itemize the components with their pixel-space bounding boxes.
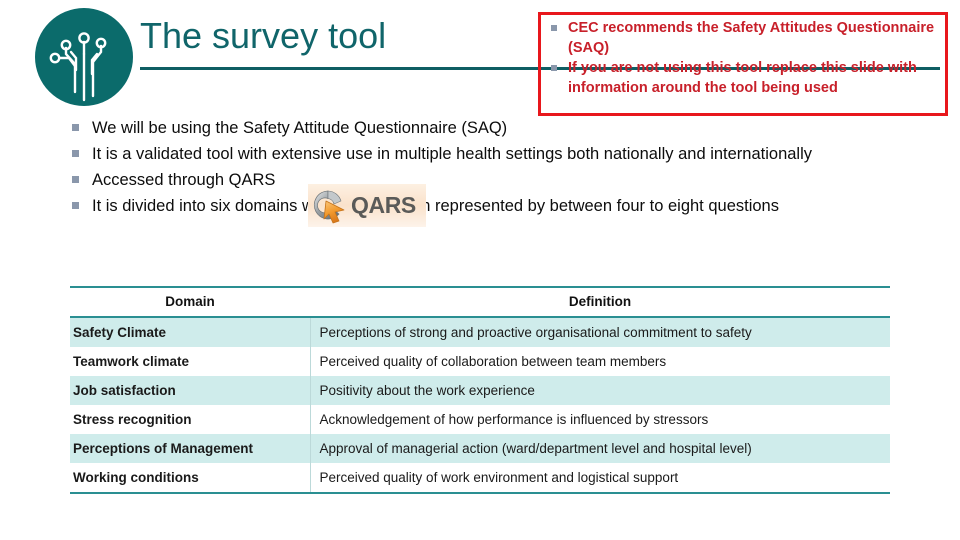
circuit-plant-icon xyxy=(49,32,107,102)
table-row: Teamwork climate Perceived quality of co… xyxy=(70,347,890,376)
cell-domain: Stress recognition xyxy=(73,412,192,427)
table-row: Safety Climate Perceptions of strong and… xyxy=(70,317,890,347)
cell-domain: Perceptions of Management xyxy=(70,434,310,463)
table-row: Stress recognition Acknowledgement of ho… xyxy=(70,405,890,434)
callout-item: If you are not using this tool replace t… xyxy=(549,59,939,98)
cell-domain: Teamwork climate xyxy=(73,354,190,369)
callout-item: CEC recommends the Safety Attitudes Ques… xyxy=(549,19,939,58)
table-header-row: Domain Definition xyxy=(70,286,890,318)
qars-logo: QARS xyxy=(308,184,426,227)
table-row: Perceptions of Management Approval of ma… xyxy=(70,434,890,463)
table-head: Domain Definition xyxy=(70,286,890,318)
red-callout-box: CEC recommends the Safety Attitudes Ques… xyxy=(538,12,948,116)
cell-definition: Acknowledgement of how performance is in… xyxy=(309,405,890,434)
cell-definition: Perceived quality of work environment an… xyxy=(309,463,890,494)
cell-definition: Perceived quality of collaboration betwe… xyxy=(309,347,890,376)
slide-canvas: The survey tool CEC recommends the Safet… xyxy=(0,0,960,540)
cell-domain: Job satisfaction xyxy=(70,376,310,405)
cell-definition: Approval of managerial action (ward/depa… xyxy=(309,434,890,463)
cell-domain: Safety Climate xyxy=(70,317,310,347)
cell-definition: Positivity about the work experience xyxy=(309,376,890,405)
qars-cursor-icon xyxy=(313,190,345,223)
table-row: Job satisfaction Positivity about the wo… xyxy=(70,376,890,405)
domains-table: Domain Definition Safety Climate Percept… xyxy=(70,286,890,494)
qars-wordmark: QARS xyxy=(351,192,416,218)
callout-list: CEC recommends the Safety Attitudes Ques… xyxy=(549,19,939,99)
body-bullet: It is divided into six domains with each… xyxy=(70,194,880,219)
cell-domain: Working conditions xyxy=(70,463,310,494)
cell-definition: Perceptions of strong and proactive orga… xyxy=(309,317,890,347)
body-bullet: We will be using the Safety Attitude Que… xyxy=(70,116,880,141)
table-row: Working conditions Perceived quality of … xyxy=(70,463,890,494)
column-header-domain: Domain xyxy=(70,286,310,318)
organisation-logo xyxy=(35,8,133,106)
table-body: Safety Climate Perceptions of strong and… xyxy=(70,317,890,494)
body-bullet: It is a validated tool with extensive us… xyxy=(70,142,880,167)
body-bullet: Accessed through QARS xyxy=(70,168,880,193)
page-title: The survey tool xyxy=(140,15,387,56)
column-header-definition: Definition xyxy=(310,286,890,318)
domains-table-wrapper: Domain Definition Safety Climate Percept… xyxy=(70,286,890,494)
body-bullet-list: We will be using the Safety Attitude Que… xyxy=(70,116,880,220)
